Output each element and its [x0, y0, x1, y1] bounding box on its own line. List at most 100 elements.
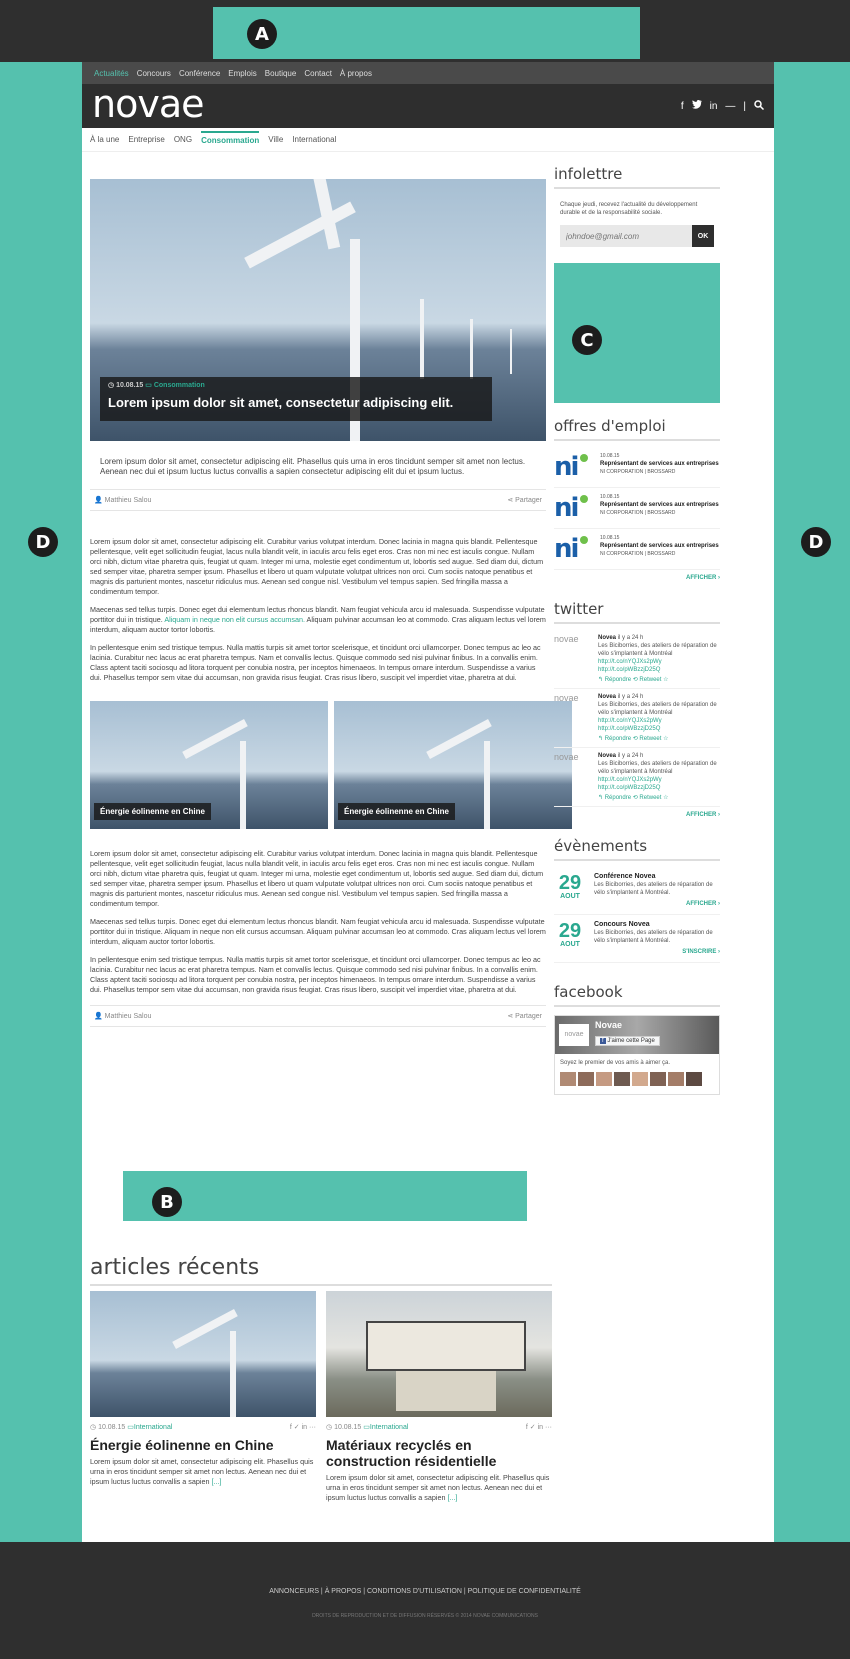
facebook-icon[interactable]: f	[681, 101, 684, 112]
cat-ville[interactable]: Ville	[268, 135, 283, 144]
recent-card-1[interactable]: ◷ 10.08.15 ▭International f ✓ in ··· Éne…	[90, 1291, 316, 1487]
cat-consommation[interactable]: Consommation	[201, 131, 260, 145]
read-more-link[interactable]: [...]	[447, 1493, 457, 1502]
recent-card-title[interactable]: Énergie éolinenne en Chine	[90, 1437, 316, 1453]
recent-title: articles récents	[90, 1255, 552, 1286]
job-title[interactable]: Représentant de services aux entreprises	[600, 460, 719, 468]
event-cta[interactable]: S'INSCRIRE ›	[594, 948, 720, 956]
job-title[interactable]: Représentant de services aux entreprises	[600, 542, 719, 550]
ad-slot-d-left[interactable]	[0, 62, 82, 1542]
tweet-item[interactable]: novae Novea il y a 24 h Les Biciborries,…	[554, 748, 720, 807]
tweet-user[interactable]: Novea	[598, 635, 616, 641]
paragraph-4: Lorem ipsum dolor sit amet, consectetur …	[90, 849, 544, 908]
gallery-caption-1: Énergie éolinenne en Chine	[94, 803, 211, 820]
event-title[interactable]: Conférence Novea	[594, 873, 720, 881]
topnav-conference[interactable]: Conférence	[179, 69, 220, 78]
recent-card-2[interactable]: ◷ 10.08.15 ▭International f ✓ in ··· Mat…	[326, 1291, 552, 1503]
event-cta[interactable]: AFFICHER ›	[594, 900, 720, 908]
ad-slot-a[interactable]	[213, 7, 640, 59]
job-company: NI CORPORATION | BROSSARD	[600, 469, 676, 475]
tweet-link[interactable]: http://t.co/nYQJXs2pWy http://t.co/pWBzz…	[598, 658, 720, 674]
share-icon[interactable]: ⋖	[507, 497, 513, 504]
turbine-tower	[420, 299, 424, 379]
tweet-time: il y a 24 h	[617, 753, 644, 759]
job-title[interactable]: Représentant de services aux entreprises	[600, 501, 719, 509]
tweet-user[interactable]: Novea	[598, 753, 616, 759]
facebook-like-button[interactable]: f J'aime cette Page	[595, 1036, 660, 1046]
cat-ong[interactable]: ONG	[174, 135, 192, 144]
hero-date: 10.08.15	[116, 382, 144, 389]
event-item[interactable]: 29 AOUT Concours Novea Les Biciborries, d…	[554, 915, 720, 963]
inline-link[interactable]: Aliquam in neque non elit cursus accumsa…	[164, 615, 305, 624]
tweet-link[interactable]: http://t.co/nYQJXs2pWy http://t.co/pWBzz…	[598, 717, 720, 733]
recent-meta-2: ◷ 10.08.15 ▭International f ✓ in ···	[326, 1423, 552, 1431]
event-title[interactable]: Concours Novea	[594, 921, 720, 929]
recent-category[interactable]: International	[134, 1424, 173, 1431]
facebook-widget[interactable]: novae Novae f J'aime cette Page Soyez le…	[554, 1015, 720, 1095]
footer-links[interactable]: ANNONCEURS | À PROPOS | CONDITIONS D'UTI…	[0, 1588, 850, 1595]
gallery-image-1[interactable]: Énergie éolinenne en Chine	[90, 701, 328, 829]
clock-icon: ◷	[90, 1424, 97, 1431]
badge-d-right: D	[801, 527, 831, 557]
site-header: novae f in — |	[82, 84, 774, 128]
turbine-tower	[240, 741, 246, 829]
newsletter-form: OK	[554, 225, 720, 247]
cat-entreprise[interactable]: Entreprise	[128, 135, 164, 144]
recent-image-1[interactable]	[90, 1291, 316, 1417]
newsletter-email-input[interactable]	[560, 225, 692, 247]
gallery-image-2[interactable]: Énergie éolinenne en Chine	[334, 701, 572, 829]
recent-image-2[interactable]	[326, 1291, 552, 1417]
hero-title[interactable]: Lorem ipsum dolor sit amet, consectetur …	[108, 395, 484, 410]
twitter-more-link[interactable]: AFFICHER ›	[554, 811, 720, 819]
cat-international[interactable]: International	[292, 135, 336, 144]
jobs-more-link[interactable]: AFFICHER ›	[554, 574, 720, 582]
topnav-emplois[interactable]: Emplois	[228, 69, 256, 78]
job-item[interactable]: ni 10.08.15 Représentant de services aux …	[554, 529, 720, 570]
topnav-boutique[interactable]: Boutique	[265, 69, 297, 78]
hero-image[interactable]: ◷ 10.08.15 ▭ Consommation Lorem ipsum do…	[90, 179, 546, 441]
author-row-bottom: 👤 Matthieu Salou ⋖ Partager	[90, 1005, 546, 1027]
paragraph-3: In pellentesque enim sed tristique tempu…	[90, 643, 541, 682]
topnav-contact[interactable]: Contact	[304, 69, 332, 78]
ad-slot-c[interactable]: C	[554, 263, 720, 403]
newsletter-submit-button[interactable]: OK	[692, 225, 714, 247]
tweet-actions[interactable]: ↰ Répondre ⟲ Retweet ☆	[598, 735, 720, 743]
job-item[interactable]: ni 10.08.15 Représentant de services aux …	[554, 447, 720, 488]
hero-category[interactable]: Consommation	[154, 382, 205, 389]
sidebar: infolettre Chaque jeudi, recevez l'actua…	[554, 165, 720, 1095]
more-icon[interactable]: —	[725, 101, 735, 112]
author-name[interactable]: Matthieu Salou	[105, 1013, 152, 1020]
tweet-actions[interactable]: ↰ Répondre ⟲ Retweet ☆	[598, 794, 720, 802]
linkedin-icon[interactable]: in	[710, 101, 718, 112]
gallery-caption-2: Énergie éolinenne en Chine	[338, 803, 455, 820]
topnav-actualites[interactable]: Actualités	[94, 69, 129, 78]
share-label[interactable]: Partager	[515, 497, 542, 504]
topnav-concours[interactable]: Concours	[137, 69, 171, 78]
recent-category[interactable]: International	[370, 1424, 409, 1431]
job-item[interactable]: ni 10.08.15 Représentant de services aux …	[554, 488, 720, 529]
search-icon[interactable]	[754, 99, 765, 113]
tweet-link[interactable]: http://t.co/nYQJXs2pWy http://t.co/pWBzz…	[598, 776, 720, 792]
tweet-text: Les Biciborries, des ateliers de réparat…	[598, 643, 717, 657]
event-text: Les Biciborries, des ateliers de réparat…	[594, 882, 713, 896]
site-logo[interactable]: novae	[92, 85, 204, 123]
author-name[interactable]: Matthieu Salou	[105, 497, 152, 504]
ad-slot-b[interactable]	[123, 1171, 527, 1221]
share-icons[interactable]: f ✓ in ···	[290, 1423, 316, 1431]
recent-meta-1: ◷ 10.08.15 ▭International f ✓ in ···	[90, 1423, 316, 1431]
twitter-icon[interactable]	[691, 100, 702, 112]
read-more-link[interactable]: [...]	[211, 1477, 221, 1486]
tweet-item[interactable]: novae Novea il y a 24 h Les Biciborries,…	[554, 689, 720, 748]
facebook-page-name[interactable]: Novae	[595, 1020, 622, 1030]
event-item[interactable]: 29 AOUT Conférence Novea Les Biciborries,…	[554, 867, 720, 915]
recent-card-title[interactable]: Matériaux recyclés en construction résid…	[326, 1437, 552, 1469]
share-icon[interactable]: ⋖	[507, 1013, 513, 1020]
tweet-user[interactable]: Novea	[598, 694, 616, 700]
tweet-item[interactable]: novae Novea il y a 24 h Les Biciborries,…	[554, 630, 720, 689]
share-label[interactable]: Partager	[515, 1013, 542, 1020]
ad-slot-d-right[interactable]	[774, 62, 850, 1542]
tweet-actions[interactable]: ↰ Répondre ⟲ Retweet ☆	[598, 676, 720, 684]
share-icons[interactable]: f ✓ in ···	[526, 1423, 552, 1431]
cat-a-la-une[interactable]: À la une	[90, 135, 119, 144]
topnav-a-propos[interactable]: À propos	[340, 69, 372, 78]
